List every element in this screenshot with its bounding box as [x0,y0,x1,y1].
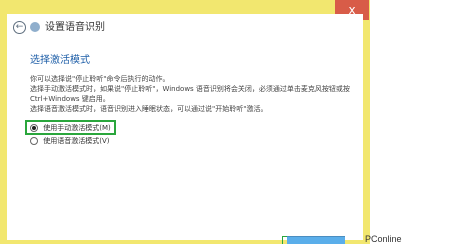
window-left-border [0,0,7,244]
back-arrow-icon: ← [15,22,24,32]
watermark-text: PConline [365,234,402,244]
back-button[interactable]: ← [13,21,26,34]
description-line: 选择手动激活模式时，如果说"停止聆听"，Windows 语音识别将会关闭，必须通… [30,85,350,93]
description-line: 你可以选择说"停止聆听"命令后执行的动作。 [30,75,170,83]
description-line: Ctrl+Windows 键启用。 [30,95,110,103]
voice-activation-option[interactable]: 使用语音激活模式(V) [30,136,110,146]
section-title: 选择激活模式 [30,55,90,66]
watermark-logo [287,236,345,244]
radio-button-selected[interactable] [30,124,38,132]
description-line: 选择语音激活模式时，语音识别进入睡眠状态，可以通过说"开始聆听"激活。 [30,105,268,113]
voice-activation-label: 使用语音激活模式(V) [43,137,110,145]
radio-button[interactable] [30,137,38,145]
window-title: 设置语音识别 [45,22,105,33]
speech-recognition-icon [30,22,40,32]
background-area [370,0,475,244]
manual-activation-label: 使用手动激活模式(M) [43,124,111,132]
window-right-border [363,0,370,244]
manual-activation-option[interactable]: 使用手动激活模式(M) [30,123,111,133]
wizard-header: ← 设置语音识别 [7,17,363,39]
